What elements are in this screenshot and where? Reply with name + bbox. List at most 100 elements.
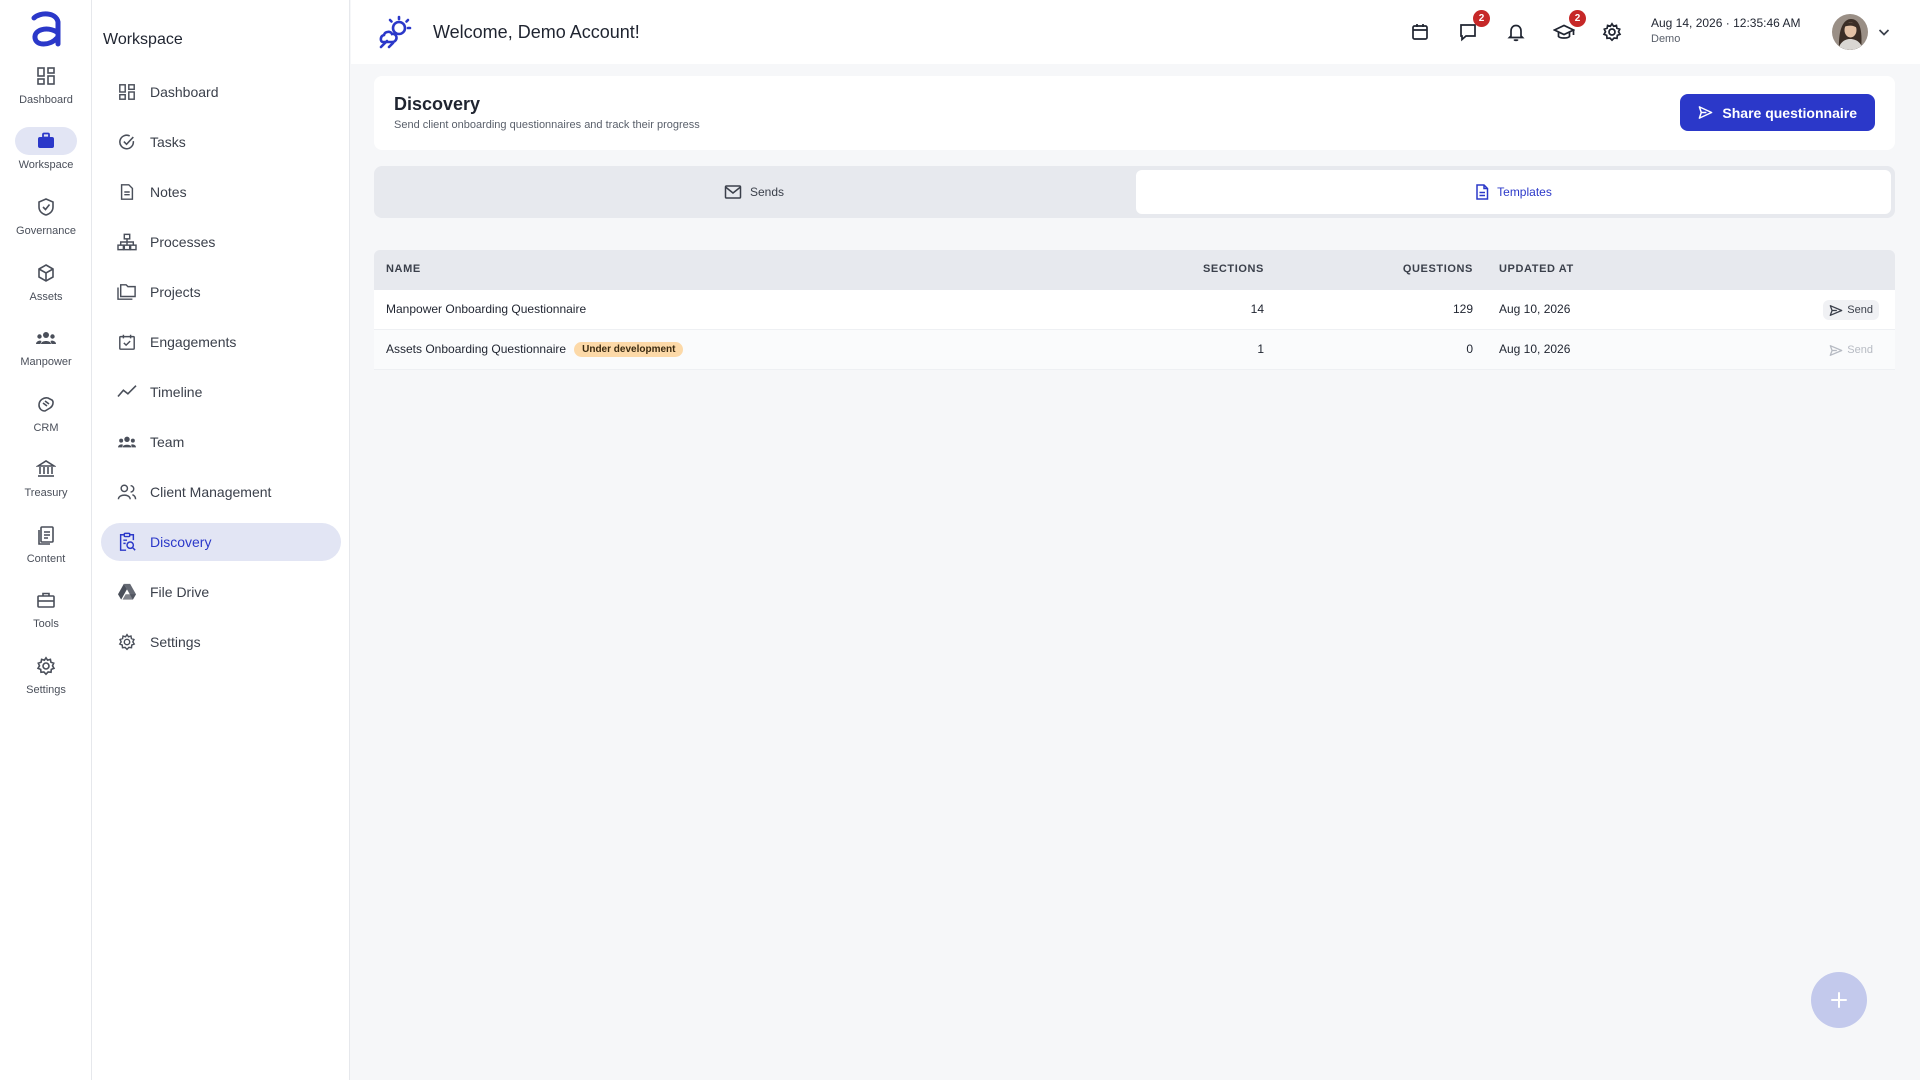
send-icon <box>1829 304 1843 317</box>
clipboard-search-icon <box>116 531 138 553</box>
note-icon <box>116 181 138 203</box>
chevron-down-icon[interactable] <box>1876 24 1892 40</box>
sidebar-title: Workspace <box>103 31 183 48</box>
dashboard-icon <box>15 62 77 90</box>
datetime-separator: · <box>1725 16 1730 30</box>
rail-item-assets[interactable]: Assets <box>0 259 92 319</box>
tab-templates-label: Templates <box>1497 185 1552 199</box>
graduation-cap-icon[interactable]: 2 <box>1552 10 1586 44</box>
sidebar-item-notes[interactable]: Notes <box>101 173 341 211</box>
page-header: Discovery Send client onboarding questio… <box>374 76 1895 150</box>
rail-item-content[interactable]: Content <box>0 521 92 581</box>
sidebar-item-engagements[interactable]: Engagements <box>101 323 341 361</box>
column-header-questions[interactable]: QUESTIONS <box>1403 263 1473 275</box>
rail-label: Content <box>26 553 66 565</box>
status-badge: Under development <box>574 342 684 357</box>
send-icon <box>1829 344 1843 357</box>
sidebar-item-label: Processes <box>150 234 216 250</box>
rail-label: CRM <box>33 422 59 434</box>
calendar-check-icon <box>116 331 138 353</box>
gear-icon[interactable] <box>1600 20 1624 44</box>
table-row[interactable]: Assets Onboarding Questionnaire Under dev… <box>374 330 1895 370</box>
sidebar-item-label: Team <box>150 434 185 450</box>
rail-item-manpower[interactable]: Manpower <box>0 324 92 384</box>
calendar-icon[interactable] <box>1408 20 1432 44</box>
tab-templates[interactable]: Templates <box>1136 170 1891 214</box>
add-floating-button[interactable] <box>1811 972 1867 1028</box>
welcome-message: Welcome, Demo Account! <box>433 22 640 42</box>
current-time: 12:35:46 AM <box>1733 16 1801 30</box>
handshake-icon <box>15 390 77 418</box>
table-row[interactable]: Manpower Onboarding Questionnaire 14 129… <box>374 290 1895 330</box>
rail-label: Governance <box>16 225 76 237</box>
rail-label: Dashboard <box>19 94 73 106</box>
rail-label: Tools <box>33 618 59 630</box>
hierarchy-icon <box>116 231 138 253</box>
mail-icon <box>724 184 742 200</box>
chat-badge: 2 <box>1473 10 1490 27</box>
sections-count: 1 <box>1257 342 1264 356</box>
drive-icon <box>116 581 138 603</box>
learning-badge: 2 <box>1569 10 1586 27</box>
top-header: Welcome, Demo Account! 2 2 Aug 14, 2026 … <box>351 0 1920 64</box>
rail-label: Workspace <box>18 159 74 171</box>
sidebar-item-processes[interactable]: Processes <box>101 223 341 261</box>
rail-item-settings[interactable]: Settings <box>0 652 92 712</box>
gear-icon <box>116 631 138 653</box>
bell-icon[interactable] <box>1504 20 1528 44</box>
briefcase-icon <box>15 127 77 155</box>
rail-label: Treasury <box>24 487 68 499</box>
app-logo-icon[interactable] <box>28 10 64 50</box>
questions-count: 0 <box>1466 342 1473 356</box>
rail-item-dashboard[interactable]: Dashboard <box>0 62 92 122</box>
shield-icon <box>15 193 77 221</box>
rail-item-workspace[interactable]: Workspace <box>0 127 92 187</box>
page-subtitle: Send client onboarding questionnaires an… <box>394 119 700 131</box>
share-questionnaire-label: Share questionnaire <box>1722 104 1857 121</box>
cube-icon <box>15 259 77 287</box>
updated-at: Aug 10, 2026 <box>1499 342 1571 356</box>
rail-item-tools[interactable]: Tools <box>0 586 92 646</box>
sidebar-item-team[interactable]: Team <box>101 423 341 461</box>
current-date: Aug 14, 2026 <box>1651 16 1723 30</box>
sidebar-item-timeline[interactable]: Timeline <box>101 373 341 411</box>
sidebar-item-projects[interactable]: Projects <box>101 273 341 311</box>
sidebar-item-label: File Drive <box>150 584 210 600</box>
send-label: Send <box>1847 344 1873 356</box>
people-icon <box>15 324 77 352</box>
column-header-sections[interactable]: SECTIONS <box>1203 263 1264 275</box>
icon-rail: Dashboard Workspace Governance Assets Ma… <box>0 0 92 1080</box>
rail-item-treasury[interactable]: Treasury <box>0 455 92 515</box>
share-questionnaire-button[interactable]: Share questionnaire <box>1680 94 1875 131</box>
rail-label: Manpower <box>20 356 72 368</box>
toolbox-icon <box>15 586 77 614</box>
sections-count: 14 <box>1250 302 1264 316</box>
sidebar-item-discovery[interactable]: Discovery <box>101 523 341 561</box>
brand-icon <box>377 14 413 50</box>
column-header-updated-at[interactable]: UPDATED AT <box>1499 263 1574 275</box>
sidebar-item-settings[interactable]: Settings <box>101 623 341 661</box>
folders-icon <box>116 281 138 303</box>
bank-icon <box>15 455 77 483</box>
sidebar-item-label: Tasks <box>150 134 186 150</box>
gear-icon <box>15 652 77 680</box>
questions-count: 129 <box>1452 302 1473 316</box>
template-name: Assets Onboarding Questionnaire Under dev… <box>386 342 684 357</box>
tab-sends[interactable]: Sends <box>378 170 1130 214</box>
sidebar-item-dashboard[interactable]: Dashboard <box>101 73 341 111</box>
current-datetime: Aug 14, 2026 · 12:35:46 AM <box>1651 16 1800 30</box>
sidebar-item-label: Client Management <box>150 484 272 500</box>
trend-line-icon <box>116 381 138 403</box>
sidebar-item-tasks[interactable]: Tasks <box>101 123 341 161</box>
rail-item-crm[interactable]: CRM <box>0 390 92 450</box>
column-header-name[interactable]: NAME <box>386 263 421 275</box>
sidebar-item-label: Projects <box>150 284 201 300</box>
avatar[interactable] <box>1832 14 1868 50</box>
send-button[interactable]: Send <box>1823 300 1879 320</box>
chat-icon[interactable]: 2 <box>1456 10 1490 44</box>
sidebar-item-file-drive[interactable]: File Drive <box>101 573 341 611</box>
updated-at: Aug 10, 2026 <box>1499 302 1571 316</box>
sidebar-item-client-management[interactable]: Client Management <box>101 473 341 511</box>
rail-item-governance[interactable]: Governance <box>0 193 92 253</box>
sidebar-item-label: Dashboard <box>150 84 219 100</box>
